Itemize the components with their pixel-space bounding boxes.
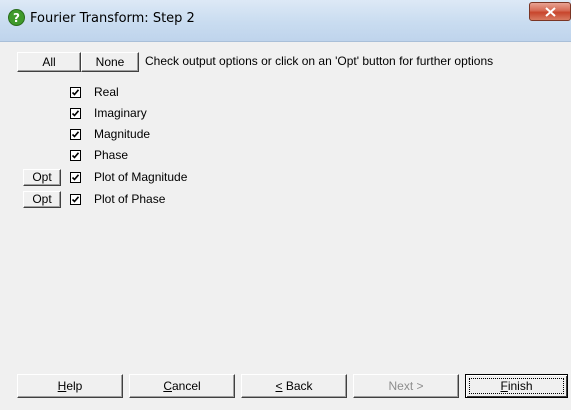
plot-magnitude-label: Plot of Magnitude: [94, 170, 188, 184]
close-icon: [545, 7, 556, 17]
focus-ring: [469, 378, 564, 394]
all-button[interactable]: All: [17, 52, 81, 72]
back-button[interactable]: < Back: [241, 374, 347, 398]
checkmark-icon: [71, 131, 80, 138]
checkmark-icon: [71, 89, 80, 96]
window-title: Fourier Transform: Step 2: [30, 11, 195, 26]
next-button[interactable]: Next >: [353, 374, 459, 398]
title-bar[interactable]: ? Fourier Transform: Step 2: [0, 0, 571, 42]
phase-checkbox[interactable]: [70, 150, 81, 161]
magnitude-label: Magnitude: [94, 127, 151, 141]
back-label-rest: Back: [282, 379, 313, 393]
none-button[interactable]: None: [81, 52, 139, 72]
checkmark-icon: [71, 196, 80, 203]
help-label-rest: elp: [66, 379, 83, 393]
imaginary-label: Imaginary: [94, 106, 147, 120]
plot-phase-checkbox[interactable]: [70, 194, 81, 205]
imaginary-checkbox[interactable]: [70, 108, 81, 119]
cancel-mnemonic: C: [163, 379, 172, 393]
checkmark-icon: [71, 110, 80, 117]
plot-phase-label: Plot of Phase: [94, 192, 166, 206]
plot-magnitude-opt-button[interactable]: Opt: [23, 169, 61, 186]
plot-phase-opt-button[interactable]: Opt: [23, 191, 61, 208]
help-button[interactable]: Help: [17, 374, 123, 398]
back-mnemonic: <: [275, 379, 283, 393]
instruction-text: Check output options or click on an 'Opt…: [145, 54, 494, 68]
svg-text:?: ?: [13, 11, 20, 25]
finish-button[interactable]: Finish: [465, 374, 568, 398]
cancel-button[interactable]: Cancel: [129, 374, 235, 398]
cancel-label-rest: ancel: [171, 379, 201, 393]
checkmark-icon: [71, 174, 80, 181]
real-checkbox[interactable]: [70, 87, 81, 98]
checkmark-icon: [71, 152, 80, 159]
magnitude-checkbox[interactable]: [70, 129, 81, 140]
close-button[interactable]: [529, 2, 571, 21]
real-label: Real: [94, 85, 119, 99]
phase-label: Phase: [94, 148, 129, 162]
dialog-body: All None Check output options or click o…: [0, 42, 571, 410]
help-question-icon: ?: [8, 9, 25, 26]
plot-magnitude-checkbox[interactable]: [70, 172, 81, 183]
